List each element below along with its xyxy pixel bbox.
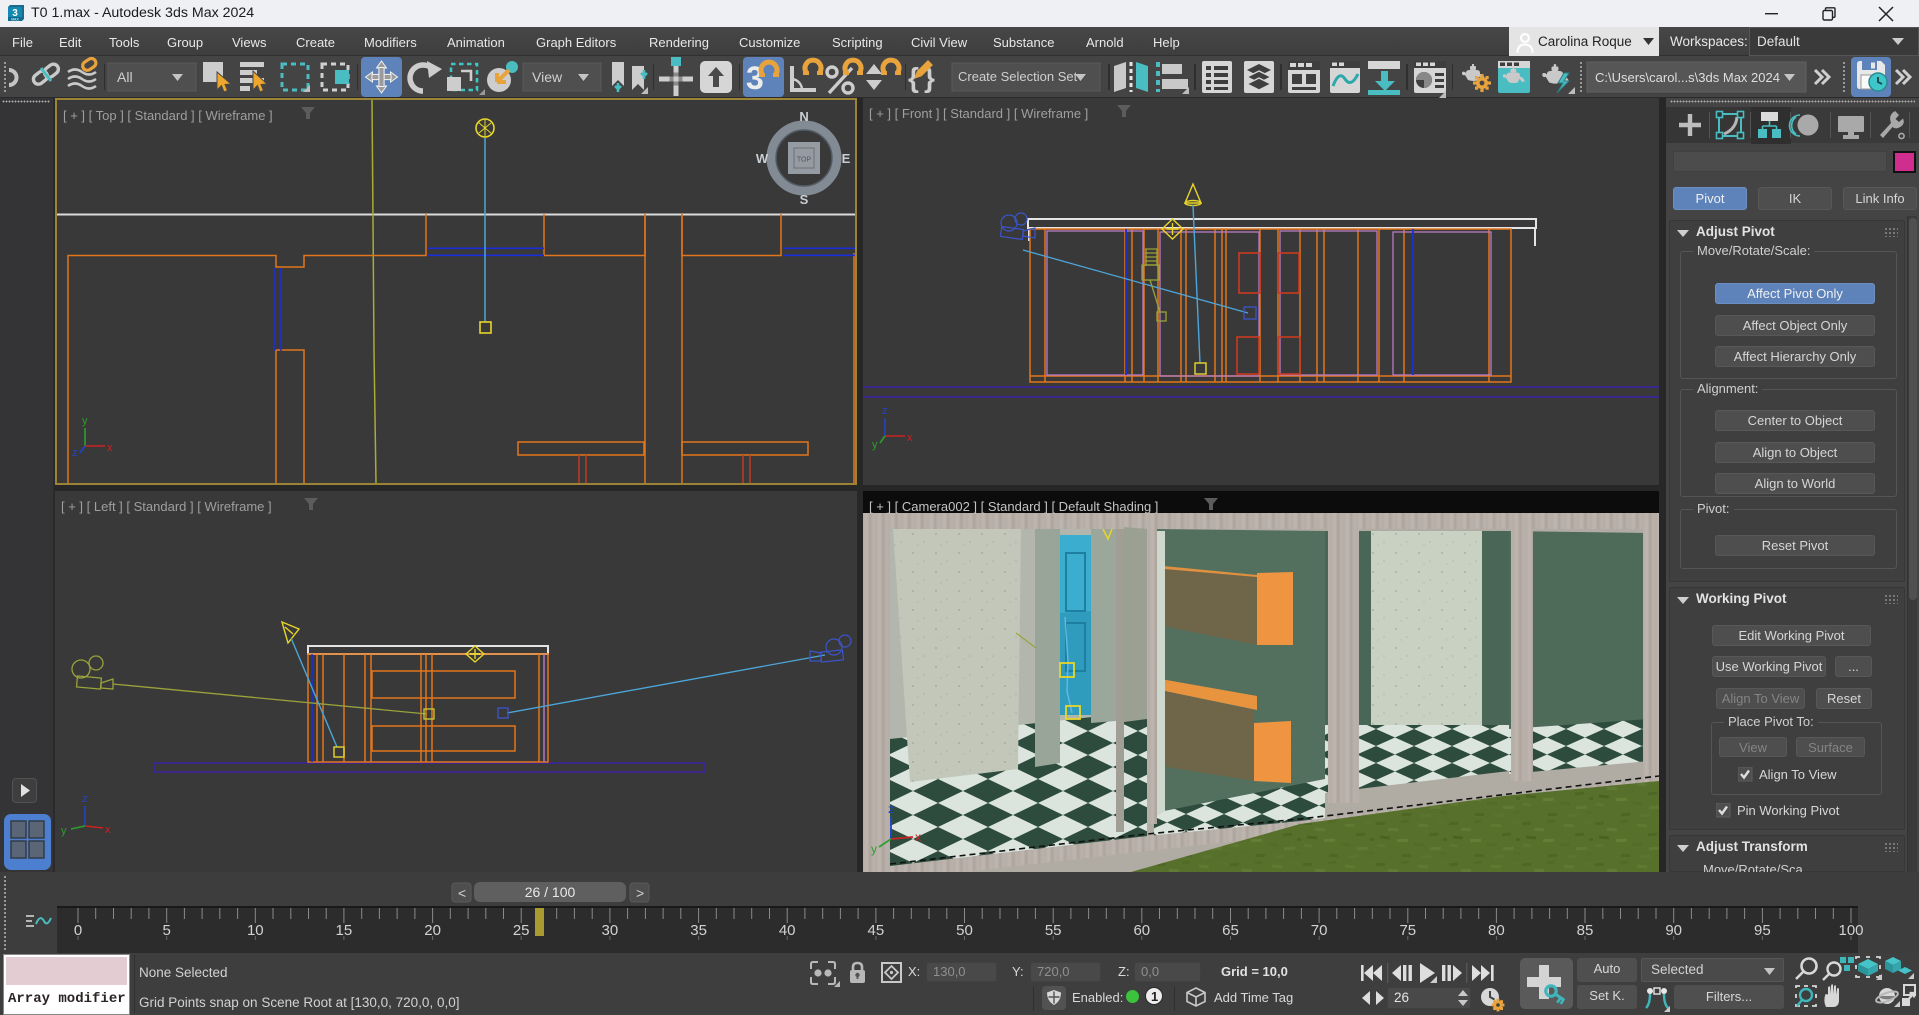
svg-text:65: 65 — [1222, 922, 1239, 939]
svg-text:>: > — [636, 885, 644, 901]
svg-text:95: 95 — [1754, 922, 1771, 939]
svg-text:All: All — [117, 69, 133, 85]
svg-text:50: 50 — [956, 922, 973, 939]
svg-text:W: W — [756, 151, 769, 166]
svg-text:z: z — [882, 405, 888, 417]
svg-text:26 / 100: 26 / 100 — [525, 884, 576, 900]
svg-text:N: N — [799, 109, 808, 124]
svg-text:90: 90 — [1665, 922, 1682, 939]
svg-text:60: 60 — [1133, 922, 1150, 939]
svg-text:C:\Users\carol...s\3ds Max 202: C:\Users\carol...s\3ds Max 2024 — [1595, 70, 1780, 85]
svg-text:z: z — [72, 447, 78, 459]
svg-text:S: S — [800, 192, 809, 207]
svg-text:85: 85 — [1577, 922, 1594, 939]
svg-text:z: z — [82, 793, 88, 805]
svg-text:z: z — [888, 802, 894, 816]
svg-text:y: y — [82, 415, 88, 427]
svg-text:5: 5 — [163, 922, 171, 939]
svg-text:View: View — [532, 69, 563, 85]
svg-text:E: E — [842, 151, 851, 166]
svg-text:20: 20 — [424, 922, 441, 939]
svg-text:x: x — [915, 830, 921, 844]
svg-text:Create Selection Set: Create Selection Set — [958, 69, 1078, 84]
svg-text:TOP: TOP — [797, 157, 812, 164]
svg-text:y: y — [61, 825, 67, 837]
svg-text:<: < — [458, 885, 466, 901]
svg-text:15: 15 — [336, 922, 353, 939]
svg-text:25: 25 — [513, 922, 530, 939]
svg-text:55: 55 — [1045, 922, 1062, 939]
svg-text:35: 35 — [690, 922, 707, 939]
svg-text:100: 100 — [1838, 922, 1863, 939]
svg-text:30: 30 — [602, 922, 619, 939]
svg-text:MAX: MAX — [11, 18, 19, 22]
svg-text:10: 10 — [247, 922, 264, 939]
svg-text:0: 0 — [74, 922, 82, 939]
svg-text:y: y — [872, 439, 878, 451]
svg-text:x: x — [107, 442, 113, 454]
svg-text:45: 45 — [868, 922, 885, 939]
svg-text:75: 75 — [1399, 922, 1416, 939]
svg-text:70: 70 — [1311, 922, 1328, 939]
svg-text:x: x — [907, 432, 913, 444]
svg-text:x: x — [105, 824, 111, 836]
svg-text:40: 40 — [779, 922, 796, 939]
svg-text:y: y — [871, 842, 877, 856]
svg-text:80: 80 — [1488, 922, 1505, 939]
